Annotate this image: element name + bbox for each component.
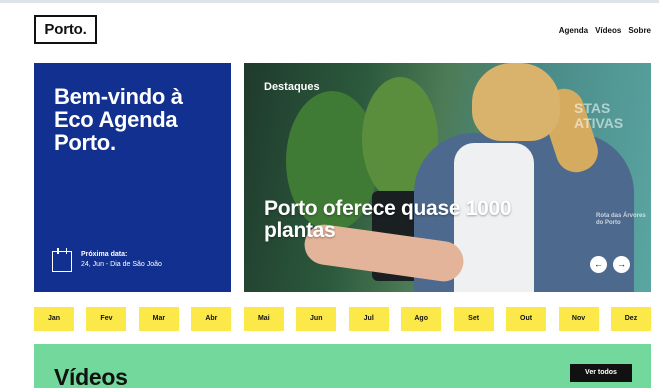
- arrow-left-icon[interactable]: ←: [590, 256, 607, 273]
- month-out[interactable]: Out: [506, 307, 547, 331]
- porto-logo[interactable]: Porto.: [34, 15, 97, 44]
- month-jun[interactable]: Jun: [296, 307, 337, 331]
- nav-sobre[interactable]: Sobre: [628, 26, 651, 35]
- month-jan[interactable]: Jan: [34, 307, 74, 331]
- next-date-label: Próxima data:: [81, 251, 128, 258]
- featured-carousel[interactable]: STAS ATIVAS Rota das Árvores do Porto De…: [244, 63, 651, 292]
- videos-section: Vídeos Ver todos: [34, 344, 651, 388]
- month-nov[interactable]: Nov: [558, 307, 599, 331]
- month-filter: Jan Fev Mar Abr Mai Jun Jul Ago Set Out …: [34, 307, 651, 331]
- month-mai[interactable]: Mai: [243, 307, 284, 331]
- featured-headline[interactable]: Porto oferece quase 1000 plantas: [264, 198, 524, 242]
- next-date-value: 24, Jun - Dia de São João: [81, 261, 162, 268]
- month-ago[interactable]: Ago: [401, 307, 442, 331]
- month-abr[interactable]: Abr: [191, 307, 232, 331]
- nav-agenda[interactable]: Agenda: [559, 26, 588, 35]
- month-fev[interactable]: Fev: [86, 307, 127, 331]
- calendar-icon: [52, 248, 72, 272]
- welcome-title: Bem-vindo à Eco Agenda Porto.: [54, 84, 183, 155]
- background-sign-text: STAS ATIVAS: [574, 100, 624, 131]
- month-dez[interactable]: Dez: [610, 307, 651, 331]
- arrow-right-icon[interactable]: →: [613, 256, 630, 273]
- next-date: Próxima data: 24, Jun - Dia de São João: [52, 248, 162, 272]
- person-hair: [472, 63, 560, 141]
- view-all-button[interactable]: Ver todos: [570, 364, 632, 382]
- month-jul[interactable]: Jul: [348, 307, 389, 331]
- videos-title: Vídeos: [54, 364, 128, 388]
- main-nav: Agenda Vídeos Sobre: [559, 26, 651, 35]
- featured-label: Destaques: [264, 81, 320, 93]
- month-set[interactable]: Set: [453, 307, 494, 331]
- month-mar[interactable]: Mar: [138, 307, 179, 331]
- background-sign-caption: Rota das Árvores do Porto: [596, 213, 646, 226]
- nav-videos[interactable]: Vídeos: [595, 26, 621, 35]
- top-divider: [0, 0, 659, 3]
- welcome-panel: Bem-vindo à Eco Agenda Porto. Próxima da…: [34, 63, 231, 292]
